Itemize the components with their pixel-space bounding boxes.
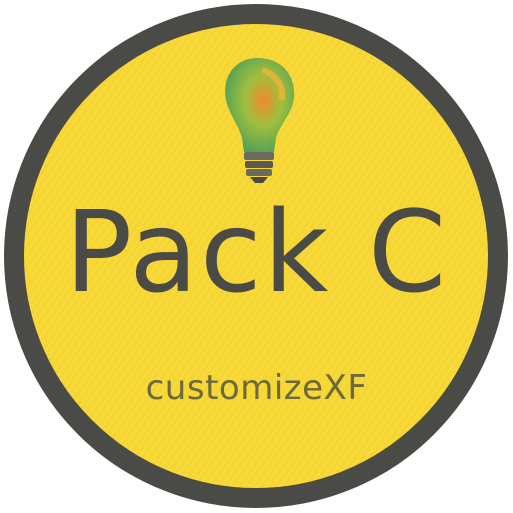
badge-title: Pack C — [64, 188, 449, 318]
brand-name: customizeXF — [145, 368, 368, 408]
pack-badge: Pack C customizeXF — [0, 0, 513, 513]
